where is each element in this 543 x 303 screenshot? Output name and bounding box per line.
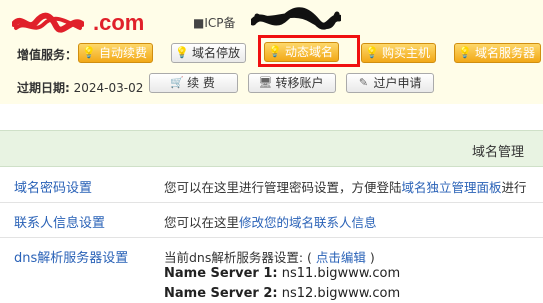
modify-contact-link[interactable]: 修改您的域名联系人信息 [239, 215, 377, 230]
expiry-date-value: 2024-03-02 [73, 81, 144, 95]
cart-icon: 🛒 [170, 76, 184, 89]
table-row: 联系人信息设置 您可以在这里修改您的域名联系人信息 [0, 203, 543, 238]
bulb-icon: 💡 [82, 46, 96, 59]
dns-setting-text: 当前dns解析服务器设置: ( 点击编辑 ) [164, 250, 375, 265]
redacted-scribble [12, 12, 84, 33]
edit-icon: ✎ [358, 76, 369, 89]
renew-button[interactable]: 🛒 续 费 [149, 73, 238, 93]
redacted-icp-scribble [251, 7, 341, 30]
password-setting-label[interactable]: 域名密码设置 [14, 177, 92, 196]
ownership-transfer-button[interactable]: ✎ 过户申请 [346, 73, 434, 93]
icp-label: ■ICP备 [193, 16, 236, 30]
buy-host-button[interactable]: 💡 购买主机 [361, 43, 437, 63]
bulb-icon: 💡 [458, 46, 472, 59]
table-header: 域名管理 [0, 130, 543, 167]
expiry-date-row: 过期日期: 2024-03-02 [17, 81, 144, 95]
domain-info-panel: .com ■ICP备 增值服务： 💡 自动续费 💡 域名停放 💡 动态域名 💡 … [0, 0, 543, 104]
nameserver-2: Name Server 2: ns12.bigwww.com [164, 286, 401, 301]
auto-renew-button[interactable]: 💡 自动续费 [78, 43, 154, 63]
transfer-account-button[interactable]: 🖥 转移账户 [248, 73, 336, 93]
highlight-box [258, 35, 360, 67]
table-row: dns解析服务器设置 当前dns解析服务器设置: ( 点击编辑 ) Name S… [0, 238, 543, 303]
table-title: 域名管理 [472, 145, 525, 160]
management-panel-link[interactable]: 域名独立管理面板 [402, 180, 502, 195]
domain-server-button[interactable]: 💡 域名服务器 [454, 43, 542, 63]
bulb-icon: 💡 [365, 46, 379, 59]
contact-setting-label[interactable]: 联系人信息设置 [14, 212, 105, 231]
password-setting-text: 您可以在这里进行管理密码设置，方便登陆域名独立管理面板进行 [164, 180, 527, 195]
contact-setting-text: 您可以在这里修改您的域名联系人信息 [164, 215, 377, 230]
nameserver-1: Name Server 1: ns11.bigwww.com [164, 266, 401, 281]
domain-parking-button[interactable]: 💡 域名停放 [171, 43, 247, 63]
edit-dns-link[interactable]: 点击编辑 [312, 250, 370, 265]
table-row: 域名密码设置 您可以在这里进行管理密码设置，方便登陆域名独立管理面板进行 [0, 167, 543, 203]
transfer-icon: 🖥 [258, 76, 273, 89]
services-label: 增值服务： [17, 48, 78, 62]
dns-setting-label[interactable]: dns解析服务器设置 [14, 247, 128, 266]
bulb-icon: 💡 [175, 46, 189, 59]
